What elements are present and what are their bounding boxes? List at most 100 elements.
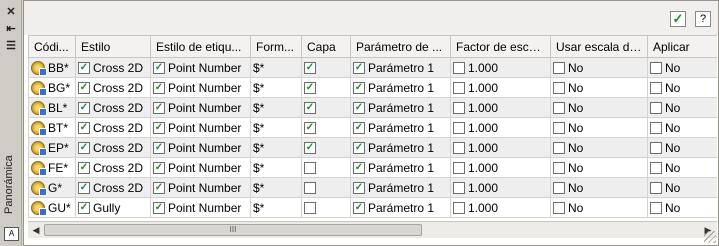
layer-checkbox[interactable]: ✓ — [304, 141, 316, 154]
style-checkbox[interactable]: ✓ — [78, 61, 90, 74]
scale-factor-checkbox[interactable] — [453, 201, 465, 214]
cell-use-scale[interactable]: No — [550, 157, 648, 178]
label-style-checkbox[interactable]: ✓ — [153, 61, 165, 74]
parameter-checkbox[interactable]: ✓ — [353, 121, 365, 134]
apply-checkbox[interactable] — [650, 61, 662, 74]
cell-style[interactable]: ✓ Cross 2D — [75, 97, 151, 118]
cell-layer[interactable]: ✓ — [301, 97, 351, 118]
cell-apply[interactable]: No — [647, 97, 717, 118]
cell-use-scale[interactable]: No — [550, 177, 648, 198]
cell-format[interactable]: $* — [250, 117, 302, 138]
parameter-checkbox[interactable]: ✓ — [353, 201, 365, 214]
column-header-parameter[interactable]: Parámetro de ... — [350, 35, 451, 58]
cell-apply[interactable]: No — [647, 197, 717, 218]
label-style-checkbox[interactable]: ✓ — [153, 81, 165, 94]
layer-checkbox[interactable]: ✓ — [304, 121, 316, 134]
style-checkbox[interactable]: ✓ — [78, 141, 90, 154]
apply-checkbox[interactable] — [650, 201, 662, 214]
cell-use-scale[interactable]: No — [550, 57, 648, 78]
apply-checkbox[interactable] — [650, 121, 662, 134]
cell-format[interactable]: $* — [250, 137, 302, 158]
use-scale-checkbox[interactable] — [553, 181, 565, 194]
cell-scale-factor[interactable]: 1.000 — [450, 157, 551, 178]
label-style-checkbox[interactable]: ✓ — [153, 141, 165, 154]
cell-format[interactable]: $* — [250, 157, 302, 178]
cell-layer[interactable]: ✓ — [301, 117, 351, 138]
scale-factor-checkbox[interactable] — [453, 101, 465, 114]
cell-code[interactable]: BT* — [28, 117, 76, 138]
column-header-scale-factor[interactable]: Factor de escal... — [450, 35, 551, 58]
cell-parameter[interactable]: ✓ Parámetro 1 — [350, 97, 451, 118]
label-style-checkbox[interactable]: ✓ — [153, 161, 165, 174]
cell-use-scale[interactable]: No — [550, 77, 648, 98]
palette-bottom-icon[interactable]: A — [4, 227, 19, 241]
column-header-use-scale[interactable]: Usar escala de ... — [550, 35, 648, 58]
scale-factor-checkbox[interactable] — [453, 181, 465, 194]
cell-scale-factor[interactable]: 1.000 — [450, 57, 551, 78]
cell-apply[interactable]: No — [647, 117, 717, 138]
use-scale-checkbox[interactable] — [553, 81, 565, 94]
label-style-checkbox[interactable]: ✓ — [153, 181, 165, 194]
cell-apply[interactable]: No — [647, 137, 717, 158]
table-row[interactable]: BT* ✓ Cross 2D ✓ Point Number $* ✓ ✓ Parámetro 1… — [28, 117, 717, 138]
close-icon[interactable]: ✕ — [4, 4, 18, 18]
table-row[interactable]: BG* ✓ Cross 2D ✓ Point Number $* ✓ ✓ Parámetro 1… — [28, 77, 717, 98]
cell-scale-factor[interactable]: 1.000 — [450, 77, 551, 98]
style-checkbox[interactable]: ✓ — [78, 161, 90, 174]
table-row[interactable]: BL* ✓ Cross 2D ✓ Point Number $* ✓ ✓ Parámetro 1… — [28, 97, 717, 118]
cell-label-style[interactable]: ✓ Point Number — [150, 197, 251, 218]
cell-code[interactable]: GU* — [28, 197, 76, 218]
scroll-left-icon[interactable]: ◀ — [29, 223, 43, 237]
cell-style[interactable]: ✓ Cross 2D — [75, 77, 151, 98]
cell-scale-factor[interactable]: 1.000 — [450, 137, 551, 158]
cell-apply[interactable]: No — [647, 57, 717, 78]
use-scale-checkbox[interactable] — [553, 201, 565, 214]
cell-style[interactable]: ✓ Cross 2D — [75, 137, 151, 158]
cell-layer[interactable] — [301, 197, 351, 218]
cell-code[interactable]: BB* — [28, 57, 76, 78]
cell-use-scale[interactable]: No — [550, 97, 648, 118]
apply-checkbox[interactable] — [650, 161, 662, 174]
style-checkbox[interactable]: ✓ — [78, 121, 90, 134]
column-header-label-style[interactable]: Estilo de etiqu... — [150, 35, 251, 58]
scrollbar-thumb[interactable]: III — [44, 224, 422, 236]
cell-format[interactable]: $* — [250, 57, 302, 78]
cell-parameter[interactable]: ✓ Parámetro 1 — [350, 177, 451, 198]
cell-format[interactable]: $* — [250, 97, 302, 118]
parameter-checkbox[interactable]: ✓ — [353, 61, 365, 74]
cell-label-style[interactable]: ✓ Point Number — [150, 57, 251, 78]
layer-checkbox[interactable] — [304, 161, 316, 174]
apply-checkbox[interactable] — [650, 181, 662, 194]
layer-checkbox[interactable] — [304, 201, 316, 214]
apply-checkbox[interactable] — [650, 101, 662, 114]
table-row[interactable]: EP* ✓ Cross 2D ✓ Point Number $* ✓ ✓ Parámetro 1… — [28, 137, 717, 158]
cell-scale-factor[interactable]: 1.000 — [450, 97, 551, 118]
layer-checkbox[interactable] — [304, 181, 316, 194]
cell-style[interactable]: ✓ Cross 2D — [75, 157, 151, 178]
parameter-checkbox[interactable]: ✓ — [353, 141, 365, 154]
cell-label-style[interactable]: ✓ Point Number — [150, 117, 251, 138]
table-row[interactable]: FE* ✓ Cross 2D ✓ Point Number $* ✓ Parámetro 11… — [28, 157, 717, 178]
cell-format[interactable]: $* — [250, 77, 302, 98]
column-header-apply[interactable]: Aplicar — [647, 35, 717, 58]
cell-parameter[interactable]: ✓ Parámetro 1 — [350, 57, 451, 78]
cell-code[interactable]: BG* — [28, 77, 76, 98]
cell-format[interactable]: $* — [250, 197, 302, 218]
ok-icon[interactable]: ✓ — [670, 11, 686, 27]
cell-label-style[interactable]: ✓ Point Number — [150, 157, 251, 178]
style-checkbox[interactable]: ✓ — [78, 201, 90, 214]
cell-label-style[interactable]: ✓ Point Number — [150, 137, 251, 158]
column-header-style[interactable]: Estilo — [75, 35, 151, 58]
cell-code[interactable]: EP* — [28, 137, 76, 158]
help-icon[interactable]: ? — [695, 11, 711, 27]
autohide-icon[interactable]: ⇤ — [4, 21, 18, 35]
parameter-checkbox[interactable]: ✓ — [353, 101, 365, 114]
label-style-checkbox[interactable]: ✓ — [153, 101, 165, 114]
parameter-checkbox[interactable]: ✓ — [353, 181, 365, 194]
apply-checkbox[interactable] — [650, 141, 662, 154]
cell-style[interactable]: ✓ Cross 2D — [75, 177, 151, 198]
cell-use-scale[interactable]: No — [550, 197, 648, 218]
cell-code[interactable]: BL* — [28, 97, 76, 118]
label-style-checkbox[interactable]: ✓ — [153, 121, 165, 134]
style-checkbox[interactable]: ✓ — [78, 81, 90, 94]
